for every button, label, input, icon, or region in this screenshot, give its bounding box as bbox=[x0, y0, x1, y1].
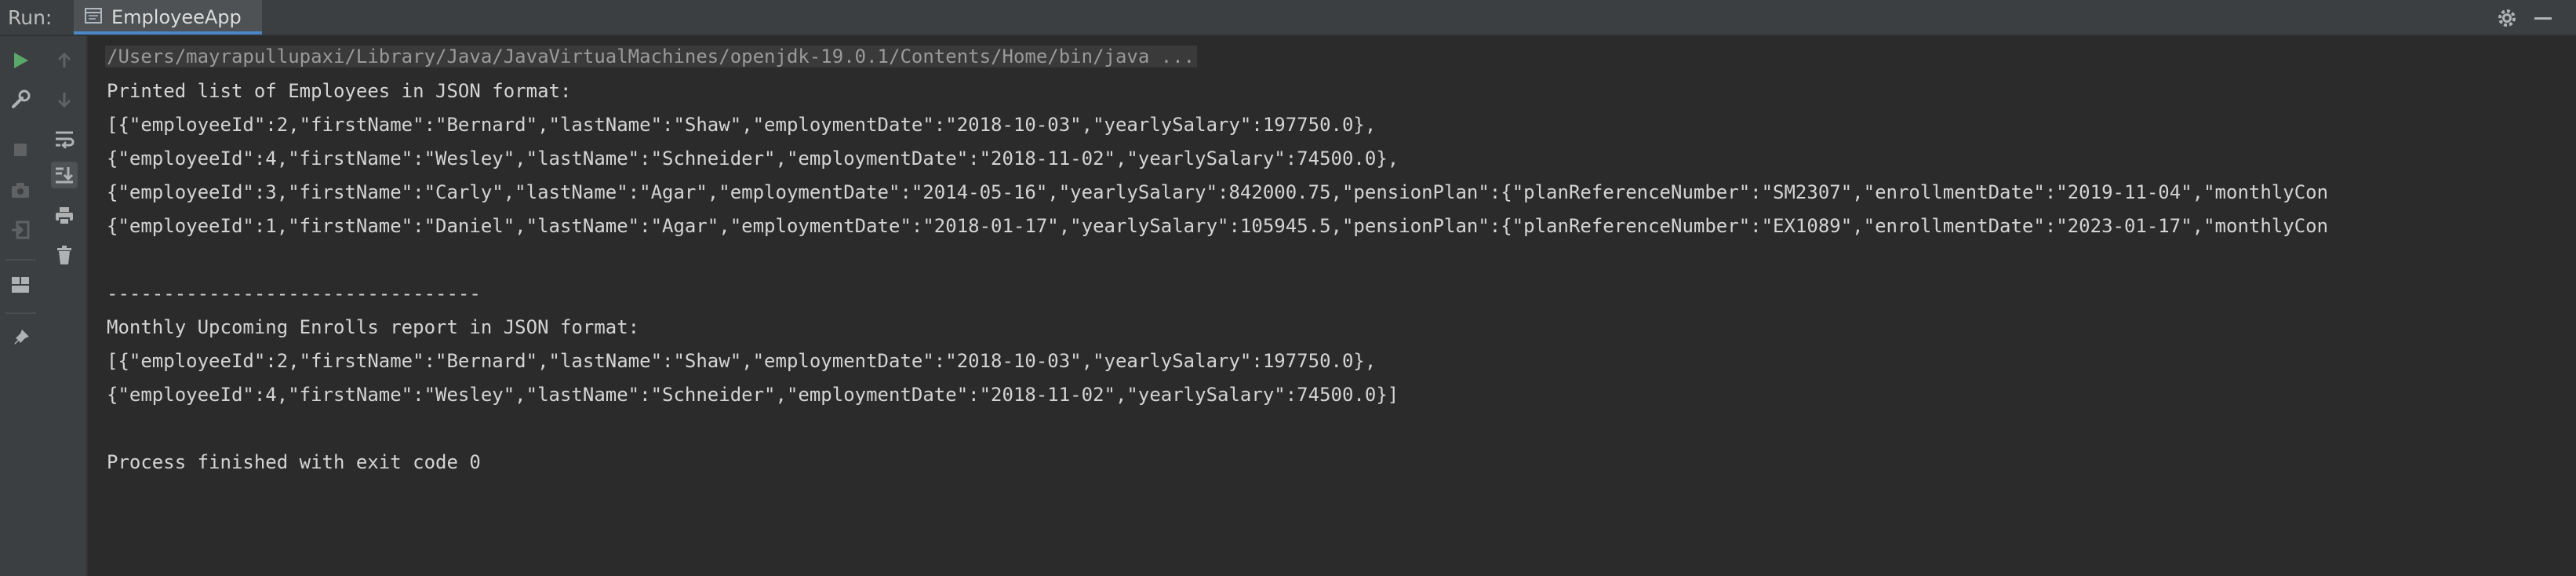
console-line: [{"employeeId":2,"firstName":"Bernard","… bbox=[107, 350, 1377, 372]
rerun-icon[interactable] bbox=[7, 47, 34, 74]
tab-employee-app[interactable]: EmployeeApp bbox=[74, 0, 262, 35]
wrench-icon[interactable] bbox=[7, 86, 34, 113]
console-tab-icon bbox=[85, 8, 102, 24]
soft-wrap-icon[interactable] bbox=[51, 126, 78, 152]
tab-label: EmployeeApp bbox=[111, 6, 242, 28]
run-toolbar-secondary bbox=[41, 36, 88, 576]
down-arrow-icon[interactable] bbox=[51, 86, 78, 113]
stop-icon[interactable] bbox=[7, 137, 34, 163]
console-output[interactable]: /Users/mayrapullupaxi/Library/Java/JavaV… bbox=[88, 36, 2576, 576]
trash-icon[interactable] bbox=[51, 242, 78, 268]
console-line: [{"employeeId":2,"firstName":"Bernard","… bbox=[107, 114, 1377, 136]
up-arrow-icon[interactable] bbox=[51, 47, 78, 74]
exit-icon[interactable] bbox=[7, 217, 34, 243]
console-line: Printed list of Employees in JSON format… bbox=[107, 80, 572, 102]
command-line[interactable]: /Users/mayrapullupaxi/Library/Java/JavaV… bbox=[105, 46, 1198, 67]
toolbar-separator bbox=[5, 259, 36, 261]
minimize-icon[interactable] bbox=[2531, 5, 2556, 31]
pin-icon[interactable] bbox=[7, 325, 34, 352]
console-line: {"employeeId":1,"firstName":"Daniel","la… bbox=[107, 215, 2329, 237]
run-label: Run: bbox=[8, 6, 53, 29]
camera-icon[interactable] bbox=[7, 177, 34, 204]
settings-gear-icon[interactable] bbox=[2494, 5, 2520, 31]
run-tool-window-header: Run: EmployeeApp bbox=[0, 0, 2576, 36]
console-line: Monthly Upcoming Enrolls report in JSON … bbox=[107, 316, 640, 338]
run-toolbar-primary bbox=[0, 36, 41, 576]
process-exit-message: Process finished with exit code 0 bbox=[107, 451, 481, 473]
console-line: {"employeeId":4,"firstName":"Wesley","la… bbox=[107, 384, 1399, 406]
toolbar-separator bbox=[5, 312, 36, 314]
layout-icon[interactable] bbox=[7, 272, 34, 298]
scroll-to-end-icon[interactable] bbox=[51, 162, 78, 188]
console-line: {"employeeId":4,"firstName":"Wesley","la… bbox=[107, 148, 1399, 170]
console-line: {"employeeId":3,"firstName":"Carly","las… bbox=[107, 181, 2329, 203]
print-icon[interactable] bbox=[51, 202, 78, 229]
console-separator-line: --------------------------------- bbox=[107, 283, 481, 304]
